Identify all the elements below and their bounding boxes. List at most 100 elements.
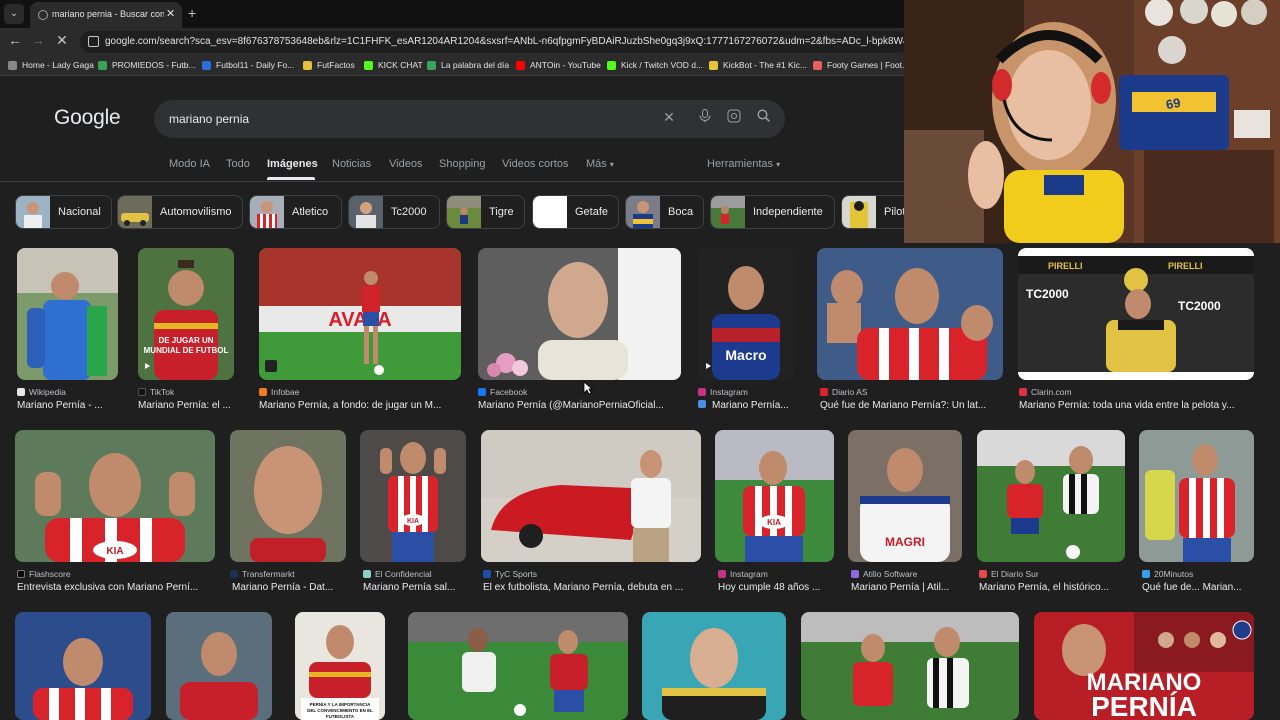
bookmark-item[interactable]: Home - Lady Gaga xyxy=(8,60,94,70)
dropdown-icon: ▾ xyxy=(609,160,614,169)
image-result[interactable] xyxy=(408,612,628,720)
bookmark-item[interactable]: Footy Games | Foot... xyxy=(813,60,909,70)
result-title[interactable]: Mariano Pernía, el histórico... xyxy=(979,582,1127,593)
bookmark-item[interactable]: Futbol11 - Daily Fo... xyxy=(202,60,294,70)
result-source: Facebook xyxy=(478,387,527,397)
wikipedia-icon xyxy=(17,388,25,396)
result-source: TikTok xyxy=(138,387,174,397)
back-icon[interactable]: ← xyxy=(5,32,25,48)
browser-tab[interactable]: mariano pernia - Buscar con Google ✕ xyxy=(30,2,182,28)
image-result[interactable]: Wikipedia Mariano Pernía - ... xyxy=(17,248,118,418)
result-title[interactable]: Mariano Pernía | Atil... xyxy=(851,582,965,593)
search-box[interactable]: mariano pernia ✕ xyxy=(154,100,785,138)
url-text: google.com/search?sca_esv=8f676378753648… xyxy=(105,36,905,47)
result-title[interactable]: Mariano Pernía: toda una vida entre la p… xyxy=(1019,400,1255,411)
result-title[interactable]: Hoy cumple 48 años ... xyxy=(718,582,837,593)
bookmark-item[interactable]: KICK CHAT xyxy=(364,60,423,70)
tab-noticias[interactable]: Noticias xyxy=(332,158,371,170)
result-thumbnail: KIA xyxy=(360,430,466,562)
result-title[interactable]: Mariano Pernía (@MarianoPerniaOficial... xyxy=(478,400,681,411)
image-result[interactable] xyxy=(166,612,272,720)
tab-mas[interactable]: Más ▾ xyxy=(586,158,614,170)
stop-loading-icon[interactable]: ✕ xyxy=(52,32,72,49)
site-info-icon[interactable] xyxy=(88,36,99,47)
atilio-icon xyxy=(851,570,859,578)
chip-tigre[interactable]: Tigre xyxy=(446,195,525,229)
image-result[interactable]: PERNÍA Y LA IMPORTANCIA DEL CONVENCIMIEN… xyxy=(295,612,385,720)
tab-shopping[interactable]: Shopping xyxy=(439,158,486,170)
mouse-cursor-icon xyxy=(583,381,593,395)
20minutos-icon xyxy=(1142,570,1150,578)
chip-nacional[interactable]: Nacional xyxy=(15,195,112,229)
image-result[interactable]: PIRELLI PIRELLI TC2000 TC2000 Clarin.com… xyxy=(1018,248,1254,418)
result-title[interactable]: Mariano Pernía - ... xyxy=(17,400,118,411)
result-title[interactable]: Qué fue de Mariano Pernía?: Un lat... xyxy=(820,400,1006,411)
search-input[interactable]: mariano pernia xyxy=(169,112,249,126)
tools-button[interactable]: Herramientas ▾ xyxy=(707,158,780,170)
image-result[interactable]: Facebook Mariano Pernía (@MarianoPerniaO… xyxy=(478,248,681,418)
magri-text: MAGRI xyxy=(885,535,925,549)
tab-title: mariano pernia - Buscar con Google xyxy=(52,9,164,19)
image-result[interactable]: 20Minutos Qué fue de... Marian... xyxy=(1139,430,1254,600)
result-thumbnail xyxy=(408,612,628,720)
result-title[interactable]: Mariano Pernía: el ... xyxy=(138,400,240,411)
result-title[interactable]: Entrevista exclusiva con Mariano Perní..… xyxy=(17,582,217,593)
result-title[interactable]: Qué fue de... Marian... xyxy=(1142,582,1257,593)
image-result[interactable] xyxy=(642,612,786,720)
image-result[interactable] xyxy=(15,612,151,720)
image-result[interactable]: Transfermarkt Mariano Pernía - Dat... xyxy=(230,430,346,600)
lens-icon[interactable] xyxy=(724,109,744,126)
bookmark-item[interactable]: PROMIEDOS - Futb... xyxy=(98,60,196,70)
tab-imagenes[interactable]: Imágenes xyxy=(267,158,318,170)
chip-boca[interactable]: Boca xyxy=(625,195,704,229)
microphone-icon[interactable] xyxy=(695,109,715,126)
image-result[interactable]: KIA Flashscore Entrevista exclusiva con … xyxy=(15,430,215,600)
tab-modo-ia[interactable]: Modo IA xyxy=(169,158,210,170)
close-tab-icon[interactable]: ✕ xyxy=(166,7,175,20)
image-result[interactable]: Diario AS Qué fue de Mariano Pernía?: Un… xyxy=(817,248,1003,418)
result-thumbnail xyxy=(1139,430,1254,562)
tab-videos[interactable]: Videos xyxy=(389,158,422,170)
image-result[interactable]: KIA Instagram Hoy cumple 48 años ... xyxy=(715,430,834,600)
google-logo[interactable]: Google xyxy=(54,106,121,130)
tab-search-chevron-icon[interactable]: ⌄ xyxy=(4,4,24,24)
as-icon xyxy=(820,388,828,396)
chip-automovilismo[interactable]: Automovilismo xyxy=(117,195,243,229)
result-title[interactable]: Mariano Pernía... xyxy=(698,400,808,411)
bookmark-item[interactable]: Kick / Twitch VOD d... xyxy=(607,60,703,70)
image-result[interactable]: Macro Instagram Mariano Pernía... xyxy=(698,248,794,418)
tab-todo[interactable]: Todo xyxy=(226,158,250,170)
image-result[interactable]: MAGRI Atilio Software Mariano Pernía | A… xyxy=(848,430,962,600)
image-result[interactable] xyxy=(801,612,1019,720)
badge-icon xyxy=(698,400,706,408)
image-result[interactable]: KIA El Confidencial Mariano Pernía sal..… xyxy=(360,430,466,600)
chip-atletico[interactable]: Atletico xyxy=(249,195,342,229)
forward-icon[interactable]: → xyxy=(28,32,48,48)
chip-independiente[interactable]: Independiente xyxy=(710,195,835,229)
chip-tc2000[interactable]: Tc2000 xyxy=(348,195,440,229)
bookmark-item[interactable]: KickBot - The #1 Kic... xyxy=(709,60,807,70)
result-source: Atilio Software xyxy=(851,569,917,579)
result-title[interactable]: Mariano Pernía - Dat... xyxy=(232,582,348,593)
bookmark-item[interactable]: La palabra del día xyxy=(427,60,509,70)
chip-thumbnail xyxy=(447,196,481,228)
search-icon[interactable] xyxy=(753,109,773,125)
bookmark-item[interactable]: ANTOin - YouTube xyxy=(516,60,601,70)
image-result[interactable]: TyC Sports El ex futbolista, Mariano Per… xyxy=(481,430,701,600)
new-tab-icon[interactable]: + xyxy=(188,5,196,21)
chip-getafe[interactable]: Getafe xyxy=(532,195,619,229)
bookmark-icon xyxy=(303,60,312,70)
bookmark-icon xyxy=(813,60,822,70)
result-title[interactable]: Mariano Pernía sal... xyxy=(363,582,469,593)
image-result[interactable]: MARIANO PERNÍA xyxy=(1034,612,1254,720)
image-result[interactable]: El Diario Sur Mariano Pernía, el históri… xyxy=(977,430,1125,600)
result-source: El Diario Sur xyxy=(979,569,1039,579)
image-result[interactable]: DE JUGAR UN MUNDIAL DE FUTBOL TikTok Mar… xyxy=(138,248,234,418)
tab-videos-cortos[interactable]: Videos cortos xyxy=(502,158,568,170)
result-title[interactable]: El ex futbolista, Mariano Pernía, debuta… xyxy=(483,582,703,593)
bookmark-item[interactable]: FutFactos xyxy=(303,60,355,70)
image-result[interactable]: AVAYA Infobae Mariano Pernía, a fondo: d… xyxy=(259,248,461,418)
address-bar[interactable]: google.com/search?sca_esv=8f676378753648… xyxy=(80,31,910,53)
clear-icon[interactable]: ✕ xyxy=(659,109,679,126)
result-title[interactable]: Mariano Pernía, a fondo: de jugar un M..… xyxy=(259,400,461,411)
